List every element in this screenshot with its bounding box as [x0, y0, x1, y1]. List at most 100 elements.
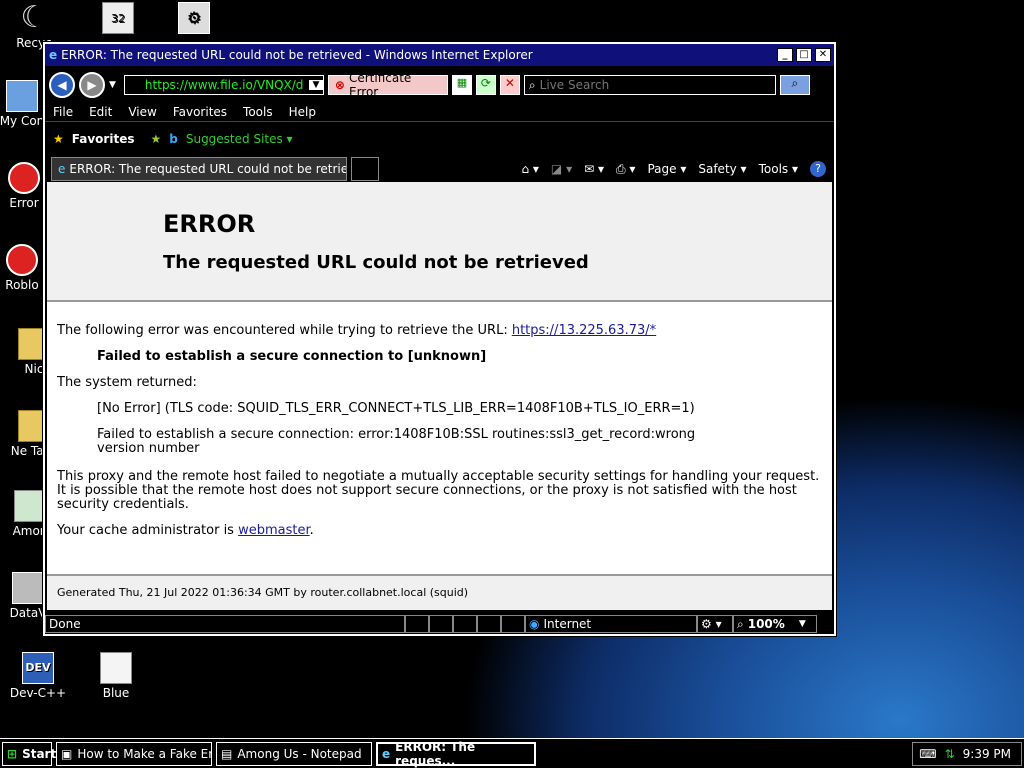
error-explanation: This proxy and the remote host failed to… [57, 469, 820, 512]
menu-help[interactable]: Help [289, 105, 316, 119]
shield-x-icon: ⊗ [334, 78, 345, 92]
command-bar: ⌂ ▾ ◪ ▾ ✉ ▾ ⎙ ▾ Page ▾ Safety ▾ Tools ▾ … [521, 161, 834, 177]
taskbar-item-fake-error[interactable]: ▣ How to Make a Fake Err... [56, 741, 212, 766]
start-button[interactable]: ⊞ Start [2, 741, 56, 766]
certificate-error-button[interactable]: ⊗ Certificate Error [327, 71, 448, 99]
menu-favorites[interactable]: Favorites [173, 105, 227, 119]
error-intro-text: The following error was encountered whil… [57, 323, 512, 338]
zoom-level: 100% [747, 617, 785, 631]
error-intro: The following error was encountered whil… [57, 324, 822, 338]
globe-icon: ◉ [529, 617, 540, 631]
windows-logo-icon: ⊞ [7, 746, 18, 761]
clock[interactable]: 9:39 PM [963, 747, 1011, 761]
menu-bar: File Edit View Favorites Tools Help [45, 102, 834, 122]
taskbar-item-label: How to Make a Fake Err... [77, 746, 211, 761]
ssl-error-detail: Failed to establish a secure connection:… [97, 427, 696, 456]
add-favorite-icon[interactable]: ★ [150, 132, 161, 146]
title-bar[interactable]: e ERROR: The requested URL could not be … [45, 44, 834, 66]
back-button[interactable]: ◀ [49, 72, 75, 98]
webmaster-link[interactable]: webmaster [238, 523, 310, 538]
menu-tools[interactable]: Tools [243, 105, 273, 119]
error-stop-icon [8, 162, 40, 194]
maximize-button[interactable]: □ [796, 48, 812, 62]
computer-icon [6, 80, 38, 112]
stop-icon[interactable]: ✕ [499, 75, 520, 95]
mail-icon[interactable]: ✉ ▾ [584, 162, 604, 176]
gear-icon: ⚙ ▾ [701, 617, 722, 631]
refresh-icon[interactable]: ⟳ [475, 75, 496, 95]
status-pane-3 [453, 615, 477, 633]
error-subtitle: The requested URL could not be retrieved [163, 252, 589, 273]
close-button[interactable]: ✕ [815, 48, 831, 62]
desktop-icon-label: Blue [102, 686, 130, 700]
desktop-icon-shortcut-32[interactable]: 32 [86, 2, 150, 36]
taskbar-item-notepad[interactable]: ▤ Among Us - Notepad [216, 741, 372, 766]
taskbar-item-label: ERROR: The reques... [395, 739, 476, 768]
error-reason: Failed to establish a secure connection … [97, 349, 487, 364]
feeds-icon[interactable]: ◪ ▾ [551, 162, 572, 176]
error-body: The following error was encountered whil… [47, 324, 832, 538]
forward-button[interactable]: ▶ [79, 72, 105, 98]
dev-cpp-icon: DEV [22, 652, 54, 684]
system-tray: ⌨ ⇅ 9:39 PM [912, 742, 1022, 766]
app-icon: ▣ [61, 746, 73, 761]
protected-mode-button[interactable]: ⚙ ▾ [697, 615, 733, 633]
cache-admin-text: Your cache administrator is [57, 523, 239, 538]
cache-admin-end: . [309, 523, 314, 538]
search-box[interactable]: ⌕ [523, 75, 776, 95]
minimize-button[interactable]: _ [777, 48, 793, 62]
zoom-button[interactable]: ⌕ 100% ▼ [733, 615, 817, 633]
menu-edit[interactable]: Edit [89, 105, 112, 119]
chevron-down-icon: ▼ [798, 619, 806, 629]
system-returned-label: The system returned: [57, 375, 197, 390]
window-title: ERROR: The requested URL could not be re… [61, 48, 533, 62]
cache-admin: Your cache administrator is webmaster. [57, 524, 822, 538]
app-32-icon: 32 [102, 2, 134, 34]
ie-logo-icon: e [49, 48, 58, 62]
status-pane-5 [501, 615, 525, 633]
taskbar: ⊞ Start ▣ How to Make a Fake Err... ▤ Am… [0, 738, 1024, 768]
menu-file[interactable]: File [53, 105, 73, 119]
start-label: Start [22, 746, 57, 761]
error-stop-icon [6, 244, 38, 276]
tools-menu[interactable]: Tools ▾ [759, 162, 798, 176]
new-tab-button[interactable] [351, 157, 379, 181]
print-icon[interactable]: ⎙ ▾ [616, 162, 635, 177]
status-bar: Done ◉ Internet ⚙ ▾ ⌕ 100% ▼ [45, 614, 834, 634]
favorites-button[interactable]: Favorites [72, 132, 135, 146]
tab-error-page[interactable]: e ERROR: The requested URL could not be … [51, 157, 347, 181]
zone-label: Internet [543, 617, 592, 631]
home-icon[interactable]: ⌂ ▾ [521, 162, 538, 176]
page-footer: Generated Thu, 21 Jul 2022 01:36:34 GMT … [47, 574, 832, 610]
address-dropdown-icon[interactable]: ▼ [308, 80, 323, 90]
search-input[interactable] [539, 78, 760, 92]
desktop-icon-control[interactable]: ⚙ [162, 2, 226, 36]
notepad-icon [14, 490, 46, 522]
error-url-link[interactable]: https://13.225.63.73/* [512, 323, 656, 338]
menu-view[interactable]: View [128, 105, 156, 119]
taskbar-item-ie[interactable]: e ERROR: The reques... [376, 739, 536, 768]
status-pane-1 [405, 615, 429, 633]
status-pane-2 [429, 615, 453, 633]
compatibility-view-icon[interactable]: ▦ [451, 75, 472, 95]
address-bar[interactable]: https://www.file.io/VNQX/d ▼ [123, 75, 324, 95]
error-header: ERROR The requested URL could not be ret… [47, 182, 832, 302]
page-menu[interactable]: Page ▾ [647, 162, 686, 176]
help-icon[interactable]: ? [810, 161, 826, 177]
safety-menu[interactable]: Safety ▾ [698, 162, 746, 176]
live-search-icon: ⌕ [528, 77, 536, 92]
history-dropdown-icon[interactable]: ▼ [109, 80, 116, 90]
moon-icon: ☾ [20, 0, 48, 35]
bing-icon: b [169, 132, 178, 146]
address-row: ◀ ▶ ▼ https://www.file.io/VNQX/d ▼ ⊗ Cer… [45, 68, 834, 102]
suggested-sites-link[interactable]: Suggested Sites ▾ [186, 132, 293, 146]
search-button[interactable]: ⌕ [779, 75, 810, 95]
tab-row: e ERROR: The requested URL could not be … [45, 156, 834, 182]
security-zone[interactable]: ◉ Internet [525, 615, 697, 633]
keyboard-icon[interactable]: ⌨ [919, 747, 936, 761]
window-gear-icon: ⚙ [178, 2, 210, 34]
desktop-icon-dev-cpp[interactable]: DEV Dev-C++ [6, 652, 70, 700]
address-url[interactable]: https://www.file.io/VNQX/d [125, 78, 309, 92]
network-icon[interactable]: ⇅ [945, 747, 955, 761]
desktop-icon-blue[interactable]: Blue [84, 652, 148, 700]
